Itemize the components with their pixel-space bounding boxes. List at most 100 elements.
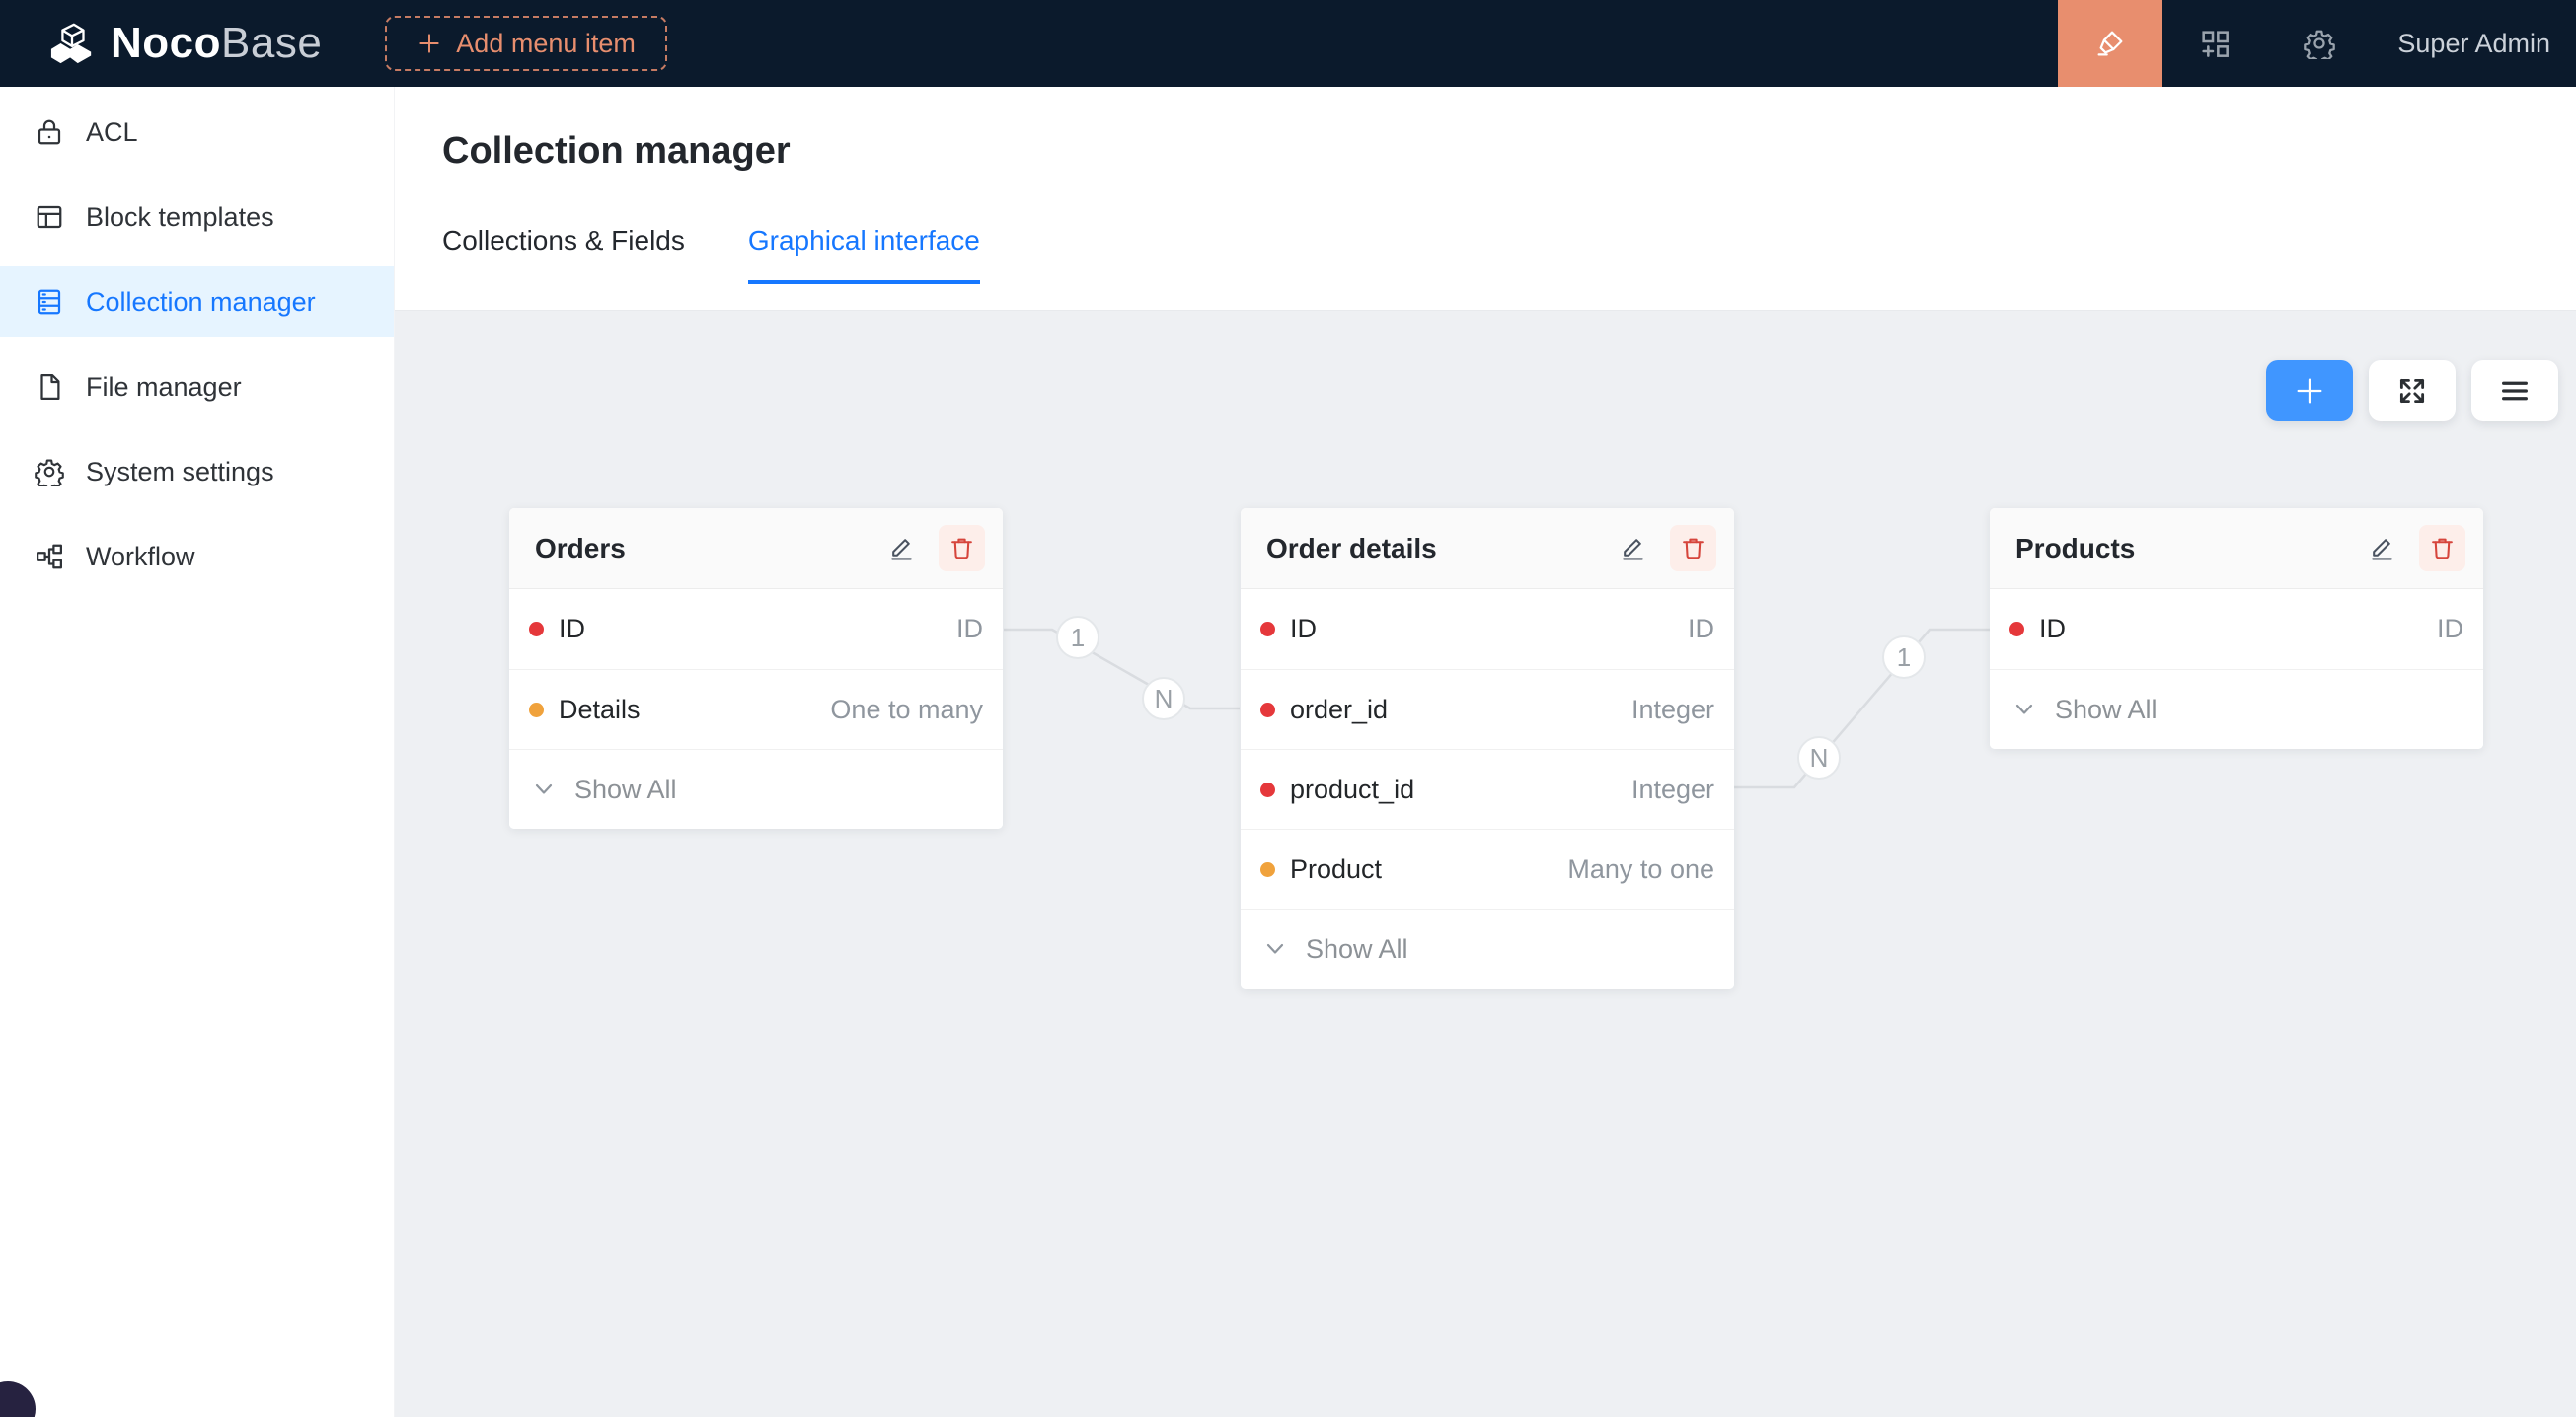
top-header: NocoBase Add menu item [0,0,2576,87]
settings-button[interactable] [2267,0,2372,87]
field-type: Integer [1631,775,1714,805]
show-all-label: Show All [1306,934,1408,965]
collection-title: Order details [1266,533,1437,564]
delete-collection-button[interactable] [939,525,985,571]
field-name: Product [1290,855,1382,885]
collection-title: Products [2015,533,2135,564]
field-row[interactable]: order_id Integer [1241,669,1734,749]
logo-text: NocoBase [111,19,322,68]
collection-card[interactable]: Order details ID I [1241,508,1734,989]
file-icon [35,372,64,402]
edit-pencil-icon [1620,535,1646,561]
collection-card-header[interactable]: Order details [1241,508,1734,589]
field-type: Many to one [1567,855,1714,885]
show-all-row[interactable]: Show All [509,749,1003,829]
field-row[interactable]: Details One to many [509,669,1003,749]
field-name: ID [559,614,585,644]
field-dot [1260,703,1275,717]
page-title: Collection manager [442,130,791,173]
layout-icon [35,202,64,232]
user-menu[interactable]: Super Admin [2372,29,2576,59]
sidebar-item-label: Block templates [86,202,274,233]
field-row[interactable]: ID ID [1241,589,1734,669]
er-diagram-cards: Orders ID ID [395,311,2576,1417]
menu-icon [2498,374,2532,408]
plus-icon [2293,374,2326,408]
collection-fields: ID ID Details One to many [509,589,1003,749]
sidebar-item-acl[interactable]: ACL [0,97,394,168]
tab-graphical-interface[interactable]: Graphical interface [748,225,980,284]
main-area: Collection manager Collections & Fields … [395,87,2576,1417]
collection-card-actions [2359,525,2465,571]
trash-icon [2429,535,2456,561]
trash-icon [1680,535,1706,561]
collection-card[interactable]: Orders ID ID [509,508,1003,829]
field-type: ID [2437,614,2463,644]
delete-collection-button[interactable] [1670,525,1716,571]
sidebar: ACL Block templates Collection manager [0,87,395,1417]
field-dot [529,622,544,636]
chevron-down-icon [529,775,559,804]
field-name: product_id [1290,775,1414,805]
field-name: order_id [1290,695,1388,725]
field-row[interactable]: ID ID [1990,589,2483,669]
add-menu-item-button[interactable]: Add menu item [385,16,667,71]
fullscreen-button[interactable] [2369,360,2456,421]
collection-list-button[interactable] [2471,360,2558,421]
field-row[interactable]: ID ID [509,589,1003,669]
field-dot [529,703,544,717]
field-type: ID [956,614,983,644]
collection-card-actions [1610,525,1716,571]
add-collection-button[interactable] [2266,360,2353,421]
edit-collection-button[interactable] [878,525,925,571]
sidebar-item-label: File manager [86,372,242,403]
field-dot [1260,783,1275,797]
edit-collection-button[interactable] [2359,525,2405,571]
add-menu-item-label: Add menu item [456,29,636,59]
chevron-down-icon [2009,695,2039,724]
sidebar-item-workflow[interactable]: Workflow [0,521,394,592]
field-row[interactable]: Product Many to one [1241,829,1734,909]
field-name: ID [2039,614,2066,644]
show-all-label: Show All [574,775,677,805]
show-all-row[interactable]: Show All [1241,909,1734,989]
edit-pencil-icon [888,535,915,561]
ui-editor-button[interactable] [2058,0,2162,87]
collection-card-header[interactable]: Products [1990,508,2483,589]
sidebar-item-label: ACL [86,117,138,148]
field-type: One to many [830,695,983,725]
sidebar-item-label: Collection manager [86,287,316,318]
field-dot [1260,862,1275,877]
sidebar-item-block-templates[interactable]: Block templates [0,182,394,253]
collection-card[interactable]: Products ID ID [1990,508,2483,749]
page-header: Collection manager Collections & Fields … [395,87,2576,310]
field-dot [1260,622,1275,636]
delete-collection-button[interactable] [2419,525,2465,571]
header-actions: Super Admin [2058,0,2576,87]
sidebar-item-system-settings[interactable]: System settings [0,436,394,507]
field-row[interactable]: product_id Integer [1241,749,1734,829]
nocobase-logo[interactable]: NocoBase [0,19,322,68]
plus-icon [417,31,442,56]
gear-icon [2304,28,2335,59]
sidebar-item-file-manager[interactable]: File manager [0,351,394,422]
canvas-toolbar [2266,360,2558,421]
collection-card-header[interactable]: Orders [509,508,1003,589]
database-icon [35,287,64,317]
field-dot [2009,622,2024,636]
edit-collection-button[interactable] [1610,525,1656,571]
tab-collections-fields[interactable]: Collections & Fields [442,225,685,284]
edit-pencil-icon [2369,535,2395,561]
field-type: ID [1688,614,1714,644]
field-name: Details [559,695,641,725]
graph-canvas[interactable]: 1NN1 Orders [395,310,2576,1417]
appstore-add-icon [2199,28,2231,59]
trash-icon [948,535,975,561]
add-block-button[interactable] [2162,0,2267,87]
sidebar-item-label: Workflow [86,542,195,572]
chevron-down-icon [1260,934,1290,964]
field-type: Integer [1631,695,1714,725]
collection-fields: ID ID order_id Integer product_id Intege… [1241,589,1734,909]
sidebar-item-collection-manager[interactable]: Collection manager [0,266,394,337]
show-all-row[interactable]: Show All [1990,669,2483,749]
